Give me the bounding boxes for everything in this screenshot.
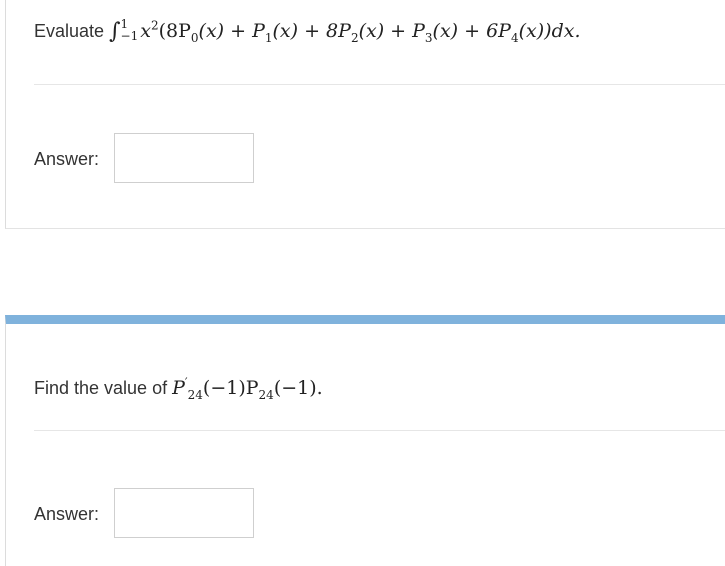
integral-symbol: ∫ <box>109 19 121 44</box>
question-1-prefix: Evaluate <box>34 21 105 41</box>
question-2-formula: P′24(−1)P24(−1). <box>172 377 323 402</box>
formula-p: P <box>172 377 185 399</box>
answer-1-label: Answer: <box>34 149 100 169</box>
question-2-prefix: Find the value of <box>34 378 168 398</box>
formula-sub-1: 1 <box>264 30 273 45</box>
formula-part-a: (8P <box>158 20 191 42</box>
question-panel-1: Evaluate ∫ 1 −1 x2(8P0(x) + P1(x) + 8P2(x) … <box>5 0 725 229</box>
question-2-text: Find the value of P′24(−1)P24(−1). <box>34 376 323 402</box>
formula-sub-b: 24 <box>258 387 274 402</box>
answer-2-label: Answer: <box>34 504 100 524</box>
answer-1-input[interactable] <box>114 133 254 183</box>
question-1-text: Evaluate ∫ 1 −1 x2(8P0(x) + P1(x) + 8P2(x) … <box>34 18 581 45</box>
lower-limit: −1 <box>120 29 139 43</box>
integral-limits: 1 −1 <box>121 18 139 42</box>
formula-part-c: (x) + 8P <box>272 20 351 42</box>
formula-part-d: (x) + P <box>358 20 425 42</box>
formula-part-e: (x) + 6P <box>432 20 511 42</box>
integrand-variable: x <box>140 20 151 42</box>
formula-part-b: (x) + P <box>198 20 265 42</box>
formula-sub-a: 24 <box>187 387 203 402</box>
formula-sub-0: 0 <box>190 30 199 45</box>
formula-part-f: (x))dx. <box>518 20 581 42</box>
question-1-formula: ∫ 1 −1 x2(8P0(x) + P1(x) + 8P2(x) + P3(x) +… <box>109 18 581 45</box>
formula-sub-4: 4 <box>510 30 519 45</box>
formula-part-b: (−1). <box>273 377 323 399</box>
answer-2-input[interactable] <box>114 488 254 538</box>
formula-sub-2: 2 <box>350 30 359 45</box>
divider <box>34 84 725 85</box>
formula-sub-3: 3 <box>424 30 433 45</box>
divider <box>34 430 725 431</box>
question-panel-2: Find the value of P′24(−1)P24(−1). Answe… <box>5 315 725 566</box>
formula-part-a: (−1)P <box>202 377 259 399</box>
integrand-power: 2 <box>150 18 159 33</box>
